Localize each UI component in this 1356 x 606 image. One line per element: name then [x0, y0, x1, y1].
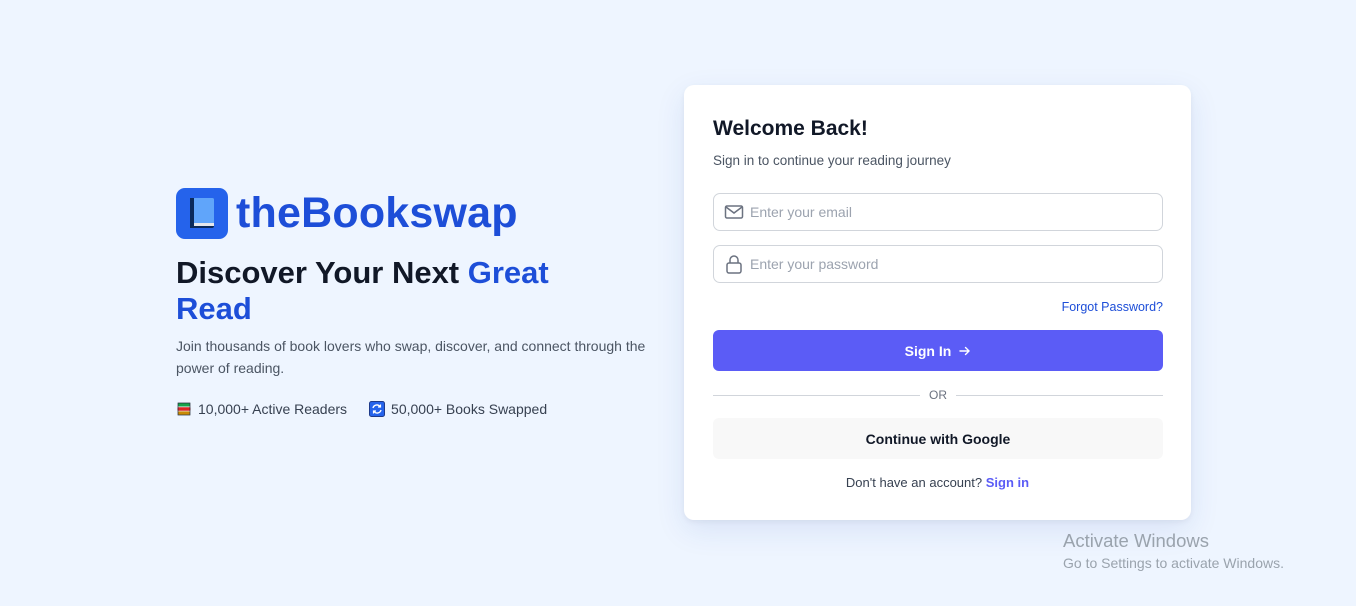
book-icon — [176, 187, 228, 239]
sign-in-label: Sign In — [904, 342, 952, 359]
login-page: theBookswap Discover Your Next Great Rea… — [0, 0, 1356, 606]
forgot-password-link[interactable]: Forgot Password? — [1062, 300, 1163, 314]
brand: theBookswap — [176, 187, 646, 239]
headline-text: Discover Your Next — [176, 255, 468, 290]
card-title: Welcome Back! — [713, 117, 868, 140]
brand-name: theBookswap — [236, 189, 518, 237]
windows-activation-watermark: Activate Windows Go to Settings to activ… — [1063, 530, 1284, 572]
lock-icon — [724, 254, 744, 274]
hero-section: theBookswap Discover Your Next Great Rea… — [176, 187, 646, 417]
divider-line — [713, 394, 920, 396]
card-subtitle: Sign in to continue your reading journey — [713, 153, 951, 168]
email-input[interactable] — [750, 204, 1150, 220]
email-field[interactable] — [713, 193, 1163, 231]
stat-active-readers: 10,000+ Active Readers — [176, 401, 347, 417]
sign-in-button[interactable]: Sign In — [713, 330, 1163, 371]
stats-row: 10,000+ Active Readers 50,000+ Books Swa… — [176, 401, 646, 417]
register-prompt: Don't have an account? Sign in — [684, 475, 1191, 490]
divider-line — [956, 394, 1163, 396]
swap-cycle-icon — [369, 401, 386, 417]
watermark-subtitle: Go to Settings to activate Windows. — [1063, 555, 1284, 571]
mail-icon — [724, 202, 744, 222]
hero-headline: Discover Your Next Great Read — [176, 255, 596, 327]
stat-label: 50,000+ Books Swapped — [391, 401, 548, 417]
password-input[interactable] — [750, 256, 1150, 272]
register-text: Don't have an account? — [845, 475, 983, 490]
register-link[interactable]: Sign in — [986, 475, 1029, 490]
arrow-right-icon — [959, 345, 971, 357]
google-sign-in-button[interactable]: Continue with Google — [713, 418, 1163, 459]
password-field[interactable] — [713, 245, 1163, 283]
login-card: Welcome Back! Sign in to continue your r… — [684, 85, 1191, 520]
hero-subtitle: Join thousands of book lovers who swap, … — [176, 338, 646, 376]
books-stack-icon — [176, 401, 192, 417]
watermark-title: Activate Windows — [1063, 530, 1209, 551]
or-divider: OR — [713, 387, 1163, 403]
stat-books-swapped: 50,000+ Books Swapped — [369, 401, 547, 417]
stat-label: 10,000+ Active Readers — [198, 401, 348, 417]
divider-label: OR — [929, 388, 947, 402]
